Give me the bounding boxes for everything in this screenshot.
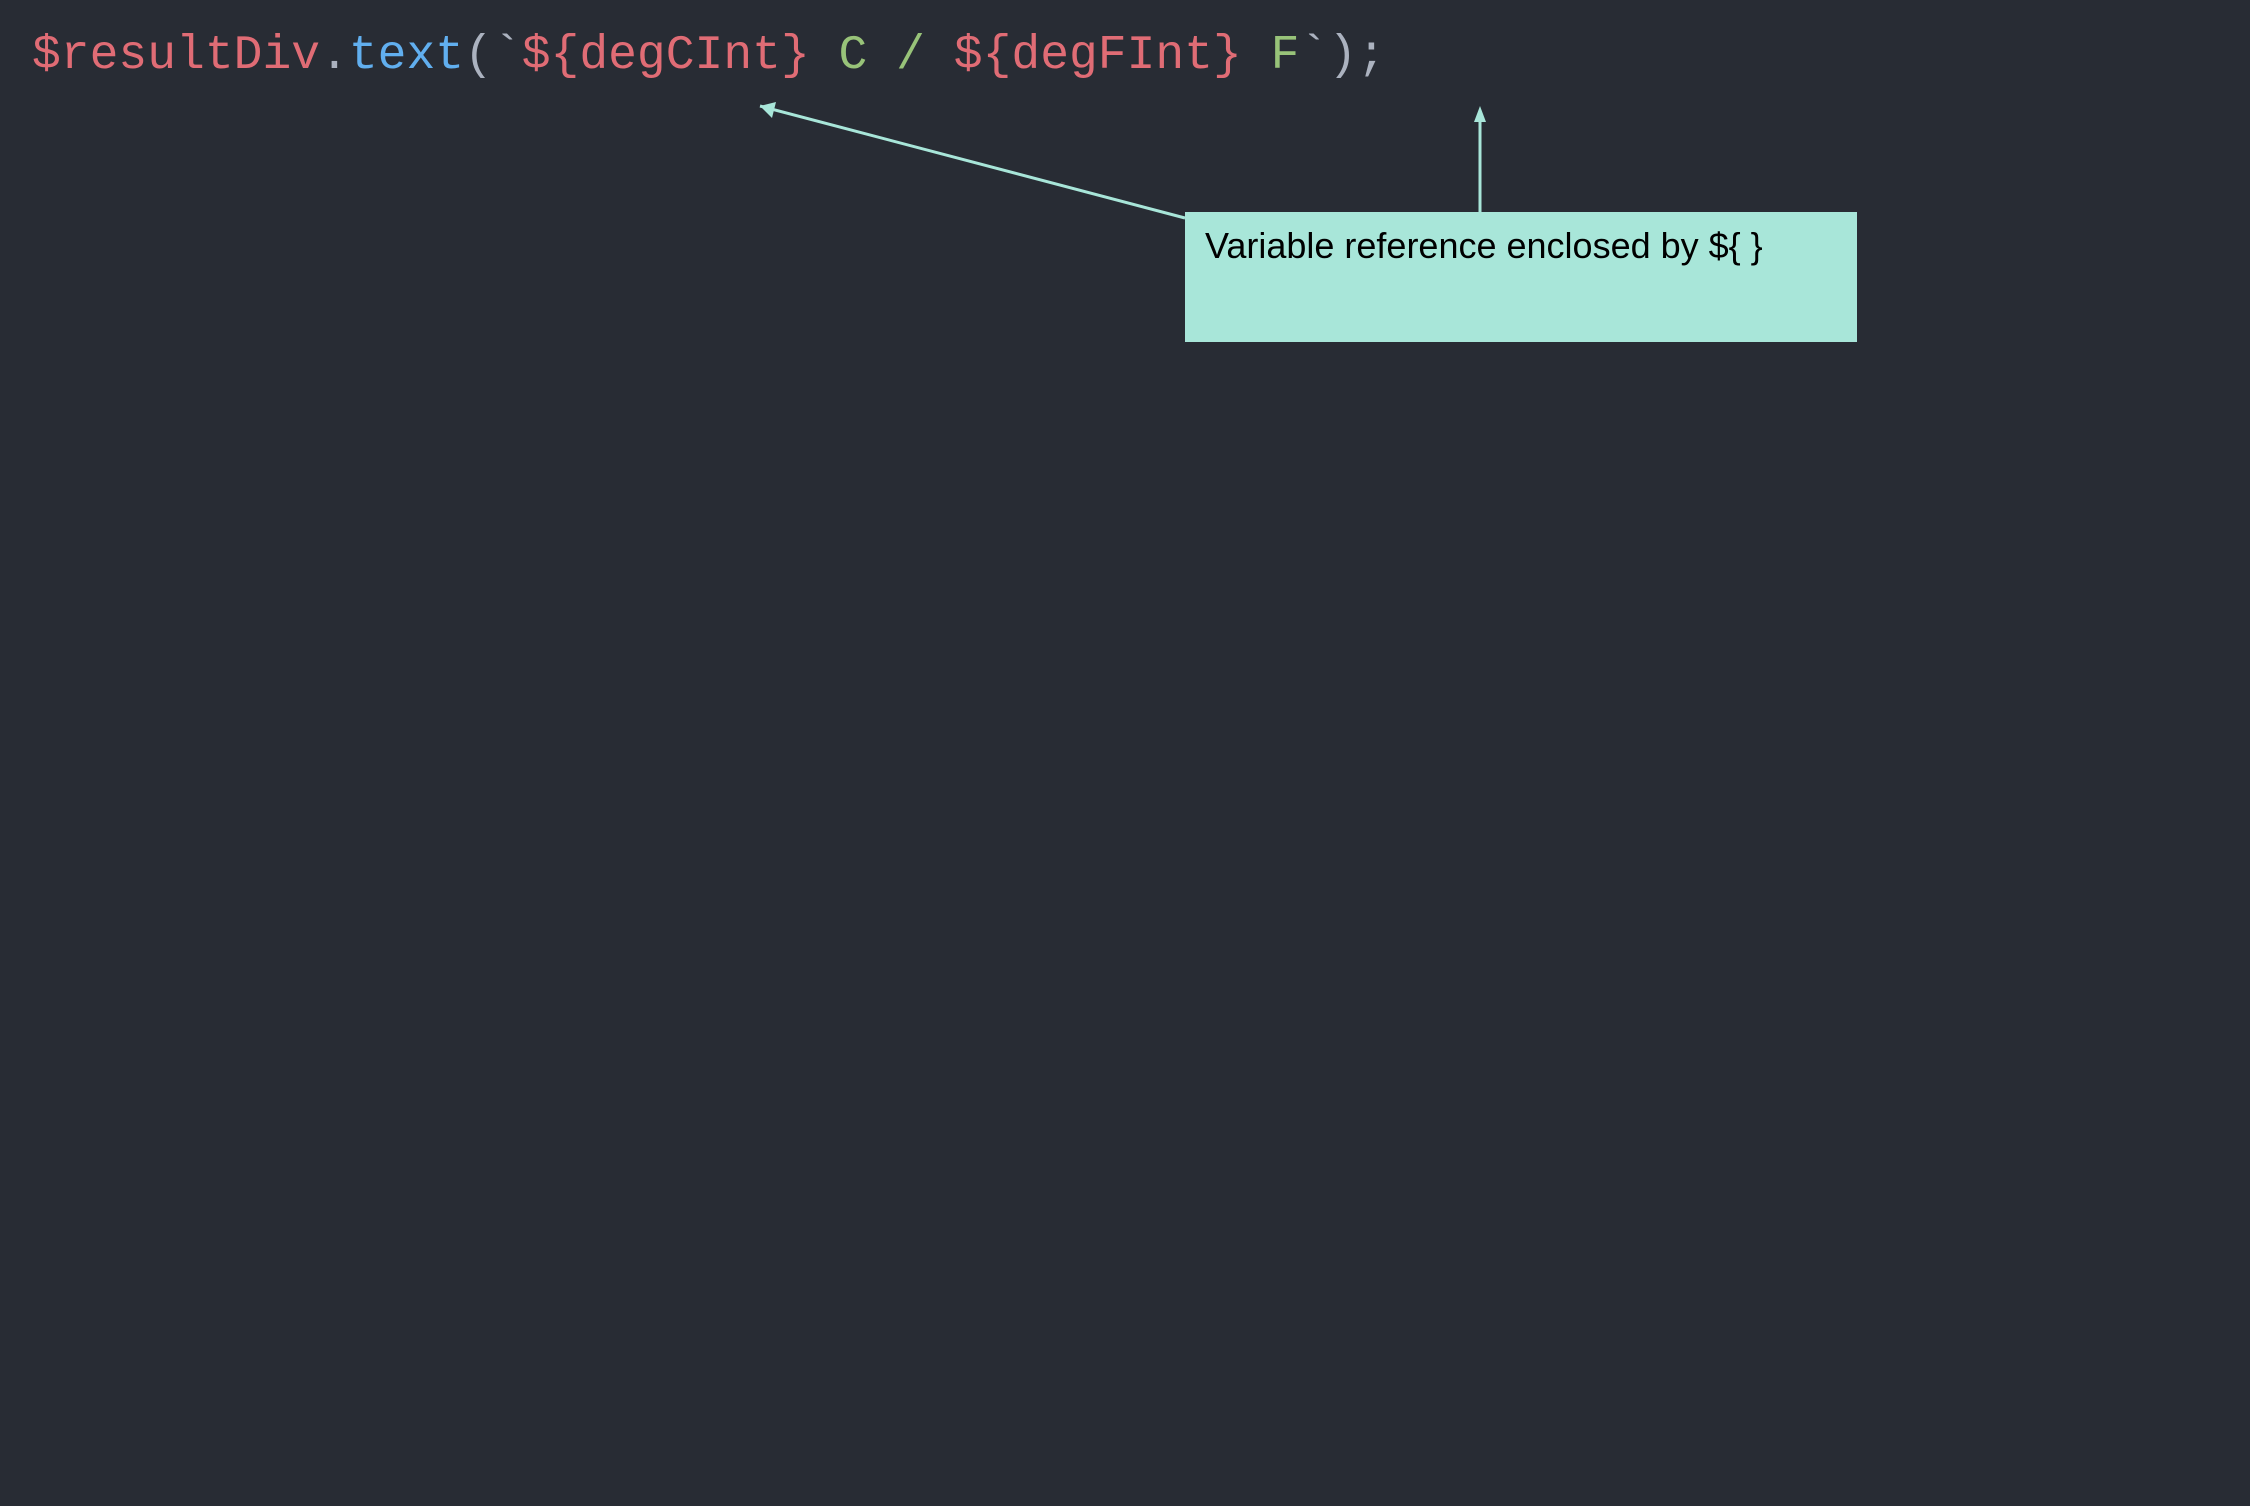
code-token-interpolation-2: ${degFInt}: [954, 29, 1242, 83]
annotation-arrow-line-1: [760, 106, 1185, 218]
code-token-method: text: [349, 29, 464, 83]
code-token-close: );: [1328, 29, 1386, 83]
code-token-open-paren: (: [464, 29, 493, 83]
code-token-variable: $resultDiv: [32, 29, 320, 83]
code-token-interpolation-1: ${degCInt}: [522, 29, 810, 83]
annotation-callout: Variable reference enclosed by ${ }: [1185, 212, 1857, 342]
code-token-dot: .: [320, 29, 349, 83]
annotation-arrowhead-1: [760, 102, 776, 118]
code-token-template-text-1: C /: [810, 29, 954, 83]
code-token-backtick-open: `: [493, 29, 522, 83]
code-token-backtick-close: `: [1299, 29, 1328, 83]
annotation-arrowhead-2: [1474, 106, 1486, 122]
code-token-template-text-2: F: [1242, 29, 1300, 83]
code-line: $resultDiv.text(`${degCInt} C / ${degFIn…: [32, 28, 1386, 86]
annotation-callout-text: Variable reference enclosed by ${ }: [1205, 225, 1763, 266]
annotation-arrows: [0, 0, 2250, 1506]
